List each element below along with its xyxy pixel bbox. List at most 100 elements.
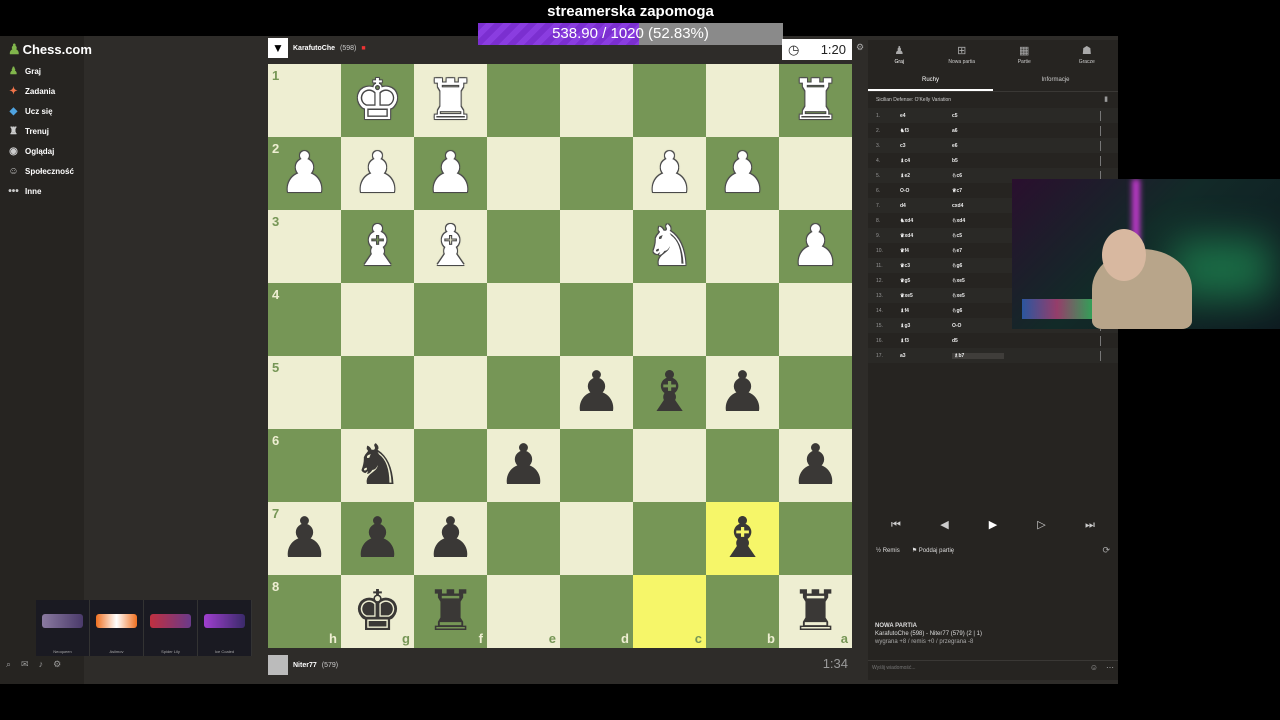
bottom-player-name[interactable]: Niter77 xyxy=(293,662,317,669)
white-move[interactable]: ♝g3 xyxy=(900,323,952,329)
avatar[interactable] xyxy=(268,655,288,675)
nav-item-zadania[interactable]: ✦ Zadania xyxy=(8,86,55,97)
mail-icon[interactable]: ✉ xyxy=(21,659,29,670)
board-square[interactable] xyxy=(560,429,633,502)
white-move[interactable]: a3 xyxy=(900,353,952,359)
white-move[interactable]: ♝c4 xyxy=(900,158,952,164)
tab-informacje[interactable]: Informacje xyxy=(993,70,1118,91)
black-move[interactable]: ♘e7 xyxy=(952,248,1004,254)
board-square[interactable]: ♟ xyxy=(414,137,487,210)
board-square[interactable] xyxy=(560,64,633,137)
nav-item-ucz-sie[interactable]: ◆ Ucz się xyxy=(8,106,53,117)
board-square[interactable]: 5 xyxy=(268,356,341,429)
board-square[interactable]: ♜ xyxy=(779,64,852,137)
black-move[interactable]: ♘xe5 xyxy=(952,278,1004,284)
board-square[interactable]: ♜ xyxy=(414,64,487,137)
board-square[interactable] xyxy=(706,64,779,137)
board-square[interactable] xyxy=(414,283,487,356)
black-knight-icon[interactable]: ♞ xyxy=(352,437,402,494)
play-icon[interactable]: ▶ xyxy=(973,514,1013,536)
board-square[interactable] xyxy=(487,356,560,429)
board-square[interactable]: ♟ xyxy=(633,137,706,210)
white-move[interactable]: ♛f4 xyxy=(900,248,952,254)
white-pawn-icon[interactable]: ♟ xyxy=(425,145,475,202)
board-square[interactable] xyxy=(487,210,560,283)
board-square[interactable] xyxy=(414,429,487,502)
white-move[interactable]: ♛g5 xyxy=(900,278,952,284)
flip-board-icon[interactable]: ⟳ xyxy=(1102,545,1110,556)
tab-graj[interactable]: ♟ Graj xyxy=(868,40,931,70)
board-square[interactable]: d xyxy=(560,575,633,648)
tab-gracze[interactable]: ☗ Gracze xyxy=(1056,40,1119,70)
tab-ruchy[interactable]: Ruchy xyxy=(868,70,993,91)
white-bishop-icon[interactable]: ♝ xyxy=(352,218,402,275)
white-move[interactable]: e4 xyxy=(900,113,952,119)
nav-item-spolecznosc[interactable]: ☺ Społeczność xyxy=(8,166,74,177)
white-move[interactable]: O-O xyxy=(900,188,952,194)
black-move[interactable]: c5 xyxy=(952,113,1004,119)
white-pawn-icon[interactable]: ♟ xyxy=(644,145,694,202)
black-king-icon[interactable]: ♚ xyxy=(352,583,402,640)
board-square[interactable] xyxy=(779,137,852,210)
board-square[interactable]: e xyxy=(487,575,560,648)
search-icon[interactable]: ⌕ xyxy=(6,659,11,670)
black-move[interactable]: ♗b7 xyxy=(952,352,1004,359)
first-move-icon[interactable]: ⏮ xyxy=(876,514,916,536)
board-settings-gear-icon[interactable]: ⚙ xyxy=(856,42,864,53)
black-bishop-icon[interactable]: ♝ xyxy=(644,364,694,421)
board-square[interactable] xyxy=(633,502,706,575)
board-square[interactable]: f ♜ xyxy=(414,575,487,648)
black-move[interactable]: e6 xyxy=(952,143,1004,149)
board-square[interactable] xyxy=(633,64,706,137)
bell-icon[interactable]: ♪ xyxy=(39,659,44,670)
board-square[interactable]: 1 xyxy=(268,64,341,137)
next-move-icon[interactable]: ▷ xyxy=(1022,514,1062,536)
board-square[interactable]: ♟ xyxy=(560,356,633,429)
board-square[interactable] xyxy=(633,429,706,502)
top-player-name[interactable]: KarafutoChe xyxy=(293,45,335,52)
board-square[interactable]: 8h xyxy=(268,575,341,648)
black-move[interactable]: ♘xd4 xyxy=(952,218,1004,224)
board-square[interactable]: ♟ xyxy=(706,356,779,429)
board-square[interactable] xyxy=(779,283,852,356)
board-square[interactable]: a ♜ xyxy=(779,575,852,648)
white-pawn-icon[interactable]: ♟ xyxy=(717,145,767,202)
white-king-icon[interactable]: ♚ xyxy=(352,72,402,129)
board-square[interactable] xyxy=(341,356,414,429)
chesscom-logo[interactable]: ♟ Chess.com xyxy=(8,41,92,58)
nav-item-trenuj[interactable]: ♜ Trenuj xyxy=(8,126,49,137)
board-square[interactable]: 3 xyxy=(268,210,341,283)
black-pawn-icon[interactable]: ♟ xyxy=(571,364,621,421)
white-move[interactable]: ♛xd4 xyxy=(900,233,952,239)
white-move[interactable]: c3 xyxy=(900,143,952,149)
black-move[interactable]: ♘c6 xyxy=(952,173,1004,179)
black-move[interactable]: ♕c7 xyxy=(952,188,1004,194)
white-move[interactable]: ♝f3 xyxy=(900,338,952,344)
board-square[interactable] xyxy=(779,356,852,429)
board-square[interactable] xyxy=(706,210,779,283)
board-square[interactable]: ♟ xyxy=(341,502,414,575)
white-pawn-icon[interactable]: ♟ xyxy=(279,145,329,202)
black-pawn-icon[interactable]: ♟ xyxy=(790,437,840,494)
board-square[interactable]: ♟ xyxy=(341,137,414,210)
board-square[interactable] xyxy=(414,356,487,429)
black-bishop-icon[interactable]: ♝ xyxy=(717,510,767,567)
resign-button[interactable]: ⚑ Poddaj partię xyxy=(912,547,954,554)
board-square[interactable]: ♟ xyxy=(779,210,852,283)
black-pawn-icon[interactable]: ♟ xyxy=(279,510,329,567)
board-square[interactable]: ♚ xyxy=(341,64,414,137)
board-square[interactable] xyxy=(487,64,560,137)
black-move[interactable]: b5 xyxy=(952,158,1004,164)
black-pawn-icon[interactable]: ♟ xyxy=(717,364,767,421)
board-square[interactable]: ♞ xyxy=(341,429,414,502)
black-move[interactable]: d5 xyxy=(952,338,1004,344)
chat-input[interactable]: Wyślij wiadomość... xyxy=(872,665,916,671)
black-move[interactable]: cxd4 xyxy=(952,203,1004,209)
nav-item-graj[interactable]: ♟ Graj xyxy=(8,66,41,77)
draw-button[interactable]: ½ Remis xyxy=(876,548,900,554)
white-pawn-icon[interactable]: ♟ xyxy=(352,145,402,202)
board-square[interactable] xyxy=(706,283,779,356)
board-square[interactable] xyxy=(706,429,779,502)
board-square[interactable]: b xyxy=(706,575,779,648)
board-square[interactable]: c xyxy=(633,575,706,648)
